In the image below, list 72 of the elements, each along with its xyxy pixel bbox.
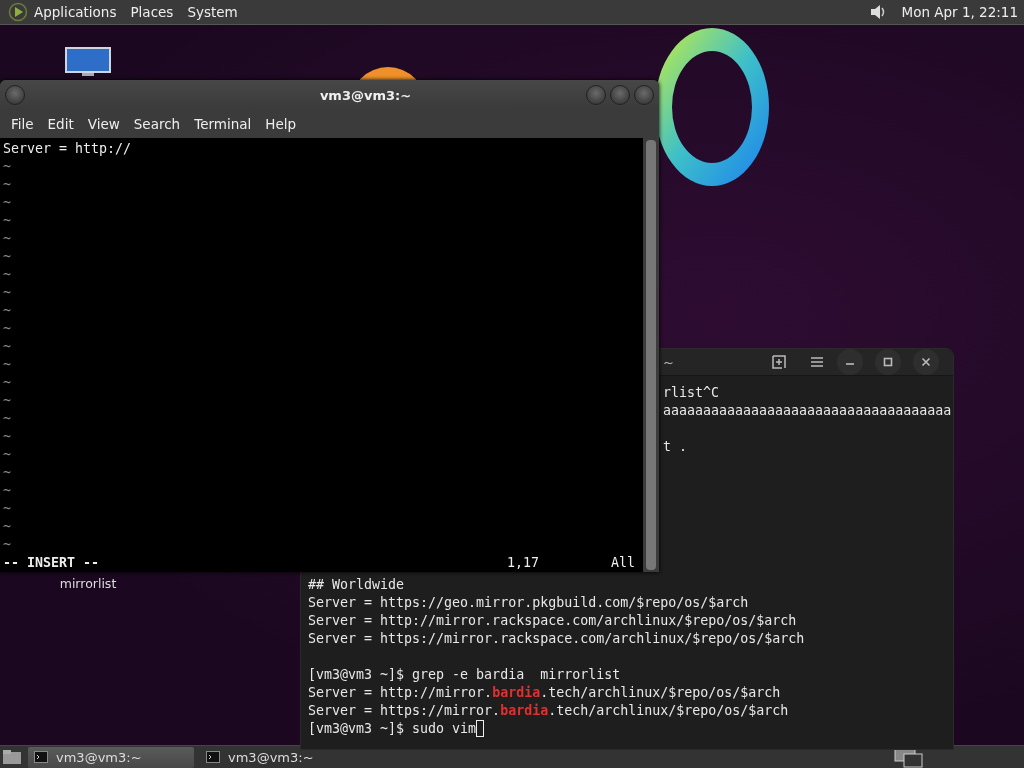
panel-menu[interactable]: Applications — [34, 4, 117, 20]
clock[interactable]: Mon Apr 1, 22:11 — [901, 4, 1018, 20]
empty-line-marker: ~ — [3, 302, 12, 320]
menu-item[interactable]: Help — [258, 116, 304, 133]
monitor-icon[interactable] — [64, 46, 112, 78]
terminal-line: Server = http://mirror. — [308, 685, 493, 700]
close-button[interactable] — [913, 349, 939, 375]
empty-line-marker: ~ — [3, 374, 12, 392]
terminal-line: aaaaaaaaaaaaaaaaaaaaaaaaaaaaaaaaaaaa — [663, 402, 953, 420]
empty-line-marker: ~ — [3, 284, 12, 302]
empty-line-marker: ~ — [3, 194, 12, 212]
terminal-line: rlist^C — [663, 384, 721, 402]
empty-line-marker: ~ — [3, 320, 12, 338]
menu-item[interactable]: File — [4, 116, 41, 133]
terminal-icon — [206, 751, 220, 763]
menu-logo-icon[interactable] — [8, 2, 28, 22]
empty-line-marker: ~ — [3, 518, 12, 536]
minimize-button[interactable] — [586, 85, 606, 106]
maximize-icon — [883, 357, 893, 367]
maximize-button[interactable] — [875, 349, 901, 375]
empty-line-marker: ~ — [3, 482, 12, 500]
empty-line-marker: ~ — [3, 248, 12, 266]
terminal-icon — [34, 751, 48, 763]
empty-line-marker: ~ — [3, 230, 12, 248]
terminal-line: Server = https://mirror.rackspace.com/archlinux/$repo/os/$arch — [308, 631, 805, 646]
empty-line-marker: ~ — [3, 266, 12, 284]
terminal-line: .tech/archlinux/$repo/os/$arch — [548, 703, 789, 718]
empty-line-marker: ~ — [3, 338, 12, 356]
terminal-line: Server = https://mirror. — [308, 703, 501, 718]
window-menu-button[interactable] — [5, 85, 25, 106]
cursor-position: 1,17 — [506, 554, 539, 572]
match-highlight: bardia — [500, 703, 549, 718]
new-tab-icon[interactable] — [771, 354, 787, 370]
panel-menu[interactable]: System — [187, 4, 238, 20]
menu-item[interactable]: View — [80, 116, 127, 133]
window-title: vm3@vm3:~ — [318, 87, 413, 103]
terminal-line: .tech/archlinux/$repo/os/$arch — [540, 685, 781, 700]
minimize-button[interactable] — [837, 349, 863, 375]
empty-line-marker: ~ — [3, 212, 12, 230]
empty-line-marker: ~ — [3, 428, 12, 446]
panel-menu[interactable]: Places — [130, 4, 174, 20]
close-button[interactable] — [634, 85, 654, 106]
empty-line-marker: ~ — [3, 446, 12, 464]
empty-line-marker: ~ — [3, 392, 12, 410]
empty-line-marker: ~ — [3, 356, 12, 374]
terminal-line: ## Worldwide — [308, 577, 405, 592]
terminal-line: Server = https://geo.mirror.pkgbuild.com/$repo/os/$arch — [308, 595, 749, 610]
match-highlight: bardia — [492, 685, 541, 700]
menu-icon[interactable] — [809, 354, 825, 370]
window-title: ~ — [663, 354, 674, 370]
taskbar-button[interactable]: vm3@vm3:~ — [28, 746, 194, 768]
editor-line: Server = http:// — [3, 140, 133, 158]
terminal-line: [vm3@vm3 ~]$ grep -e bardia mirrorlist — [308, 667, 621, 682]
empty-line-marker: ~ — [3, 536, 12, 554]
menu-item[interactable]: Edit — [40, 116, 81, 133]
empty-line-marker: ~ — [3, 500, 12, 518]
taskbar-button[interactable]: vm3@vm3:~ — [200, 746, 366, 768]
show-desktop-icon[interactable] — [2, 748, 22, 766]
scrollbar[interactable] — [643, 138, 659, 572]
terminal-line: Server = http://mirror.rackspace.com/archlinux/$repo/os/$arch — [308, 613, 797, 628]
mode-indicator: -- INSERT -- — [3, 554, 100, 572]
close-icon — [921, 357, 931, 367]
terminal-line: [vm3@vm3 ~]$ sudo vim — [308, 721, 477, 736]
empty-line-marker: ~ — [3, 464, 12, 482]
empty-line-marker: ~ — [3, 410, 12, 428]
empty-line-marker: ~ — [3, 176, 12, 194]
scroll-indicator: All — [610, 554, 635, 572]
menu-item[interactable]: Terminal — [187, 116, 259, 133]
terminal-line: t . — [663, 438, 689, 456]
icon-label[interactable]: mirrorlist — [59, 576, 117, 591]
menu-item[interactable]: Search — [126, 116, 188, 133]
empty-line-marker: ~ — [3, 158, 12, 176]
